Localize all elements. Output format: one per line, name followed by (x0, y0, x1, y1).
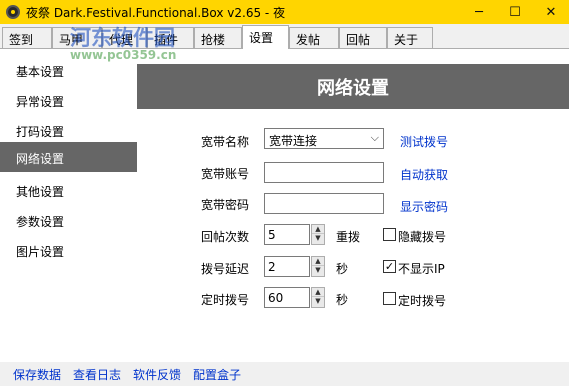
chevron-down-icon: ⌵ (370, 131, 379, 144)
dial-delay-stepper[interactable]: ▲ ▼ (311, 256, 325, 277)
feedback-link[interactable]: 软件反馈 (133, 366, 181, 383)
sidebar-item-captcha[interactable]: 打码设置 (0, 115, 137, 145)
broadband-password-label: 宽带密码 (201, 198, 250, 212)
tab-settings[interactable]: 设置 (242, 25, 289, 49)
hide-ip-label[interactable]: 不显示IP (398, 260, 445, 277)
section-header: 网络设置 (137, 64, 569, 109)
config-box-link[interactable]: 配置盒子 (193, 366, 241, 383)
spin-up-icon[interactable]: ▲ (312, 288, 324, 297)
dial-delay-label: 拨号延迟 (201, 262, 250, 276)
broadband-account-label: 宽带账号 (201, 167, 250, 181)
timed-dial-stepper[interactable]: ▲ ▼ (311, 287, 325, 308)
watermark-url: www.pc0359.cn (70, 48, 177, 62)
spin-down-icon[interactable]: ▼ (312, 297, 324, 306)
hide-ip-checkbox[interactable]: ✓ (383, 260, 396, 273)
reply-count-input[interactable]: 5 (264, 224, 310, 245)
timed-dial-checkbox-label[interactable]: 定时拨号 (398, 292, 446, 309)
sidebar-item-other[interactable]: 其他设置 (0, 175, 137, 205)
spin-down-icon[interactable]: ▼ (312, 266, 324, 275)
broadband-name-select[interactable]: 宽带连接 ⌵ (264, 128, 384, 149)
broadband-name-label: 宽带名称 (201, 135, 250, 149)
window-title: 夜祭 Dark.Festival.Functional.Box v2.65 - … (26, 6, 286, 20)
bottom-bar: 保存数据 查看日志 软件反馈 配置盒子 (0, 362, 569, 386)
redial-label: 重拨 (336, 230, 361, 244)
save-data-link[interactable]: 保存数据 (13, 366, 61, 383)
tab-about[interactable]: 关于 (387, 27, 433, 48)
spin-up-icon[interactable]: ▲ (312, 225, 324, 234)
hide-dial-label[interactable]: 隐藏拨号 (398, 228, 446, 245)
sidebar-item-exception[interactable]: 异常设置 (0, 85, 137, 115)
broadband-password-input[interactable] (264, 193, 384, 214)
timed-dial-input[interactable]: 60 (264, 287, 310, 308)
app-logo-icon (6, 5, 20, 19)
section-title: 网络设置 (317, 78, 389, 99)
sidebar-item-images[interactable]: 图片设置 (0, 235, 137, 265)
close-button[interactable]: ✕ (533, 0, 569, 24)
timed-dial-label: 定时拨号 (201, 293, 250, 307)
title-bar: 夜祭 Dark.Festival.Functional.Box v2.65 - … (0, 0, 569, 24)
checkmark-icon: ✓ (384, 260, 395, 273)
reply-count-label: 回帖次数 (201, 230, 250, 244)
sidebar-item-params[interactable]: 参数设置 (0, 205, 137, 235)
reply-count-stepper[interactable]: ▲ ▼ (311, 224, 325, 245)
maximize-button[interactable]: ☐ (497, 0, 533, 24)
tab-post[interactable]: 发帖 (289, 27, 339, 48)
minimize-button[interactable]: ─ (461, 0, 497, 24)
sidebar-item-network[interactable]: 网络设置 (0, 142, 137, 172)
timed-dial-checkbox[interactable] (383, 292, 396, 305)
dial-delay-unit: 秒 (336, 262, 349, 276)
spin-up-icon[interactable]: ▲ (312, 257, 324, 266)
tab-grab-floor[interactable]: 抢楼 (194, 27, 242, 48)
view-log-link[interactable]: 查看日志 (73, 366, 121, 383)
tab-reply[interactable]: 回帖 (339, 27, 387, 48)
test-dial-link[interactable]: 测试拨号 (400, 133, 448, 150)
dial-delay-input[interactable]: 2 (264, 256, 310, 277)
show-password-link[interactable]: 显示密码 (400, 198, 448, 215)
broadband-account-input[interactable] (264, 162, 384, 183)
auto-fetch-link[interactable]: 自动获取 (400, 166, 448, 183)
hide-dial-checkbox[interactable] (383, 228, 396, 241)
broadband-name-value: 宽带连接 (269, 134, 318, 148)
spin-down-icon[interactable]: ▼ (312, 234, 324, 243)
settings-panel: 基本设置 异常设置 打码设置 网络设置 其他设置 参数设置 图片设置 网络设置 … (0, 48, 569, 362)
tab-checkin[interactable]: 签到 (2, 27, 52, 48)
timed-dial-unit: 秒 (336, 293, 349, 307)
